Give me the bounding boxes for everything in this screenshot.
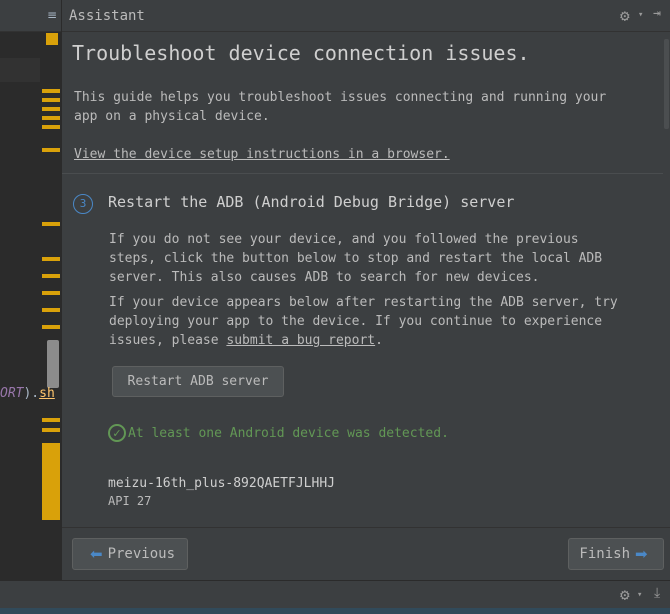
error-stripe-marker[interactable]: [42, 291, 60, 295]
error-stripe-marker[interactable]: [42, 89, 60, 93]
editor-line-highlight: [0, 58, 40, 82]
panel-title: Assistant: [69, 8, 145, 24]
panel-header: Assistant ⚙ ▾ ⇥: [62, 0, 670, 32]
error-stripe-marker[interactable]: [42, 257, 60, 261]
editor-pane: ≡ ORT).sh: [0, 0, 61, 580]
paragraph-line: issues, please submit a bug report.: [109, 331, 618, 350]
guide-content: Troubleshoot device connection issues. T…: [62, 33, 670, 527]
error-stripe-marker[interactable]: [42, 107, 60, 111]
paragraph-text: issues, please: [109, 333, 227, 348]
arrow-left-icon: ⬅: [89, 545, 103, 563]
paragraph-line: deploying your app to the device. If you…: [109, 314, 603, 329]
error-stripe-marker[interactable]: [42, 125, 60, 129]
download-icon[interactable]: ⤓: [654, 585, 660, 601]
hide-panel-icon[interactable]: ⇥: [653, 6, 661, 21]
gear-icon[interactable]: ⚙: [620, 6, 630, 25]
arrow-right-icon: ➡: [635, 545, 648, 563]
editor-menu-icon[interactable]: ≡: [47, 8, 57, 22]
paragraph-line: If your device appears below after resta…: [109, 295, 618, 310]
check-circle-icon: ✓: [108, 424, 126, 442]
previous-label: Previous: [107, 546, 175, 562]
assistant-panel: Assistant ⚙ ▾ ⇥ Troubleshoot device conn…: [61, 0, 670, 580]
panel-scrollbar[interactable]: [663, 33, 670, 527]
error-stripe-marker[interactable]: [42, 428, 60, 432]
code-line: ORT).sh: [0, 386, 55, 401]
error-stripe-marker[interactable]: [42, 116, 60, 120]
error-stripe-marker[interactable]: [42, 274, 60, 278]
paragraph-line: steps, click the button below to stop an…: [109, 251, 603, 266]
error-stripe-marker[interactable]: [42, 418, 60, 422]
chevron-down-icon[interactable]: ▾: [637, 590, 642, 600]
finish-button[interactable]: Finish ➡: [568, 538, 664, 570]
intro-line: app on a physical device.: [74, 109, 270, 124]
error-stripe-marker[interactable]: [42, 308, 60, 312]
guide-intro: This guide helps you troubleshoot issues…: [74, 88, 606, 126]
paragraph-text: .: [375, 333, 383, 348]
panel-footer: ⬅ Previous Finish ➡: [62, 527, 670, 580]
step-number-badge: 3: [73, 194, 93, 214]
guide-title: Troubleshoot device connection issues.: [72, 41, 530, 65]
submit-bug-report-link[interactable]: submit a bug report: [226, 333, 375, 348]
editor-scroll-thumb[interactable]: [47, 340, 59, 388]
finish-label: Finish: [579, 546, 630, 562]
setup-instructions-link[interactable]: View the device setup instructions in a …: [74, 147, 450, 162]
device-api-level: API 27: [108, 494, 152, 508]
detection-status: ✓ At least one Android device was detect…: [108, 424, 449, 442]
step-paragraph-2: If your device appears below after resta…: [109, 293, 618, 350]
error-stripe-marker[interactable]: [46, 33, 58, 45]
status-bar: [0, 608, 670, 614]
code-punctuation: ).: [23, 386, 40, 401]
code-constant: ORT: [0, 386, 24, 401]
restart-adb-button[interactable]: Restart ADB server: [112, 366, 284, 397]
paragraph-line: If you do not see your device, and you f…: [109, 232, 579, 247]
status-text: At least one Android device was detected…: [128, 425, 449, 441]
chevron-down-icon[interactable]: ▾: [638, 10, 643, 20]
device-name[interactable]: meizu-16th_plus-892QAETFJLHHJ: [108, 476, 335, 491]
error-stripe-marker[interactable]: [42, 325, 60, 329]
step-paragraph-1: If you do not see your device, and you f…: [109, 230, 602, 287]
divider: [62, 173, 664, 174]
error-stripe-block[interactable]: [42, 443, 60, 520]
intro-line: This guide helps you troubleshoot issues…: [74, 90, 607, 105]
code-method: sh: [39, 386, 55, 401]
gear-icon[interactable]: ⚙: [620, 585, 630, 604]
error-stripe-marker[interactable]: [42, 222, 60, 226]
previous-button[interactable]: ⬅ Previous: [72, 538, 188, 570]
editor-tab-strip: ≡: [0, 0, 61, 32]
error-stripe-marker[interactable]: [42, 148, 60, 152]
setup-link-wrapper: View the device setup instructions in a …: [74, 145, 450, 164]
error-stripe-marker[interactable]: [42, 98, 60, 102]
bottom-toolbar: ⚙ ▾ ⤓: [0, 580, 670, 608]
panel-scroll-thumb[interactable]: [664, 39, 669, 129]
paragraph-line: server. This also causes ADB to search f…: [109, 270, 540, 285]
step-title: Restart the ADB (Android Debug Bridge) s…: [108, 193, 515, 211]
